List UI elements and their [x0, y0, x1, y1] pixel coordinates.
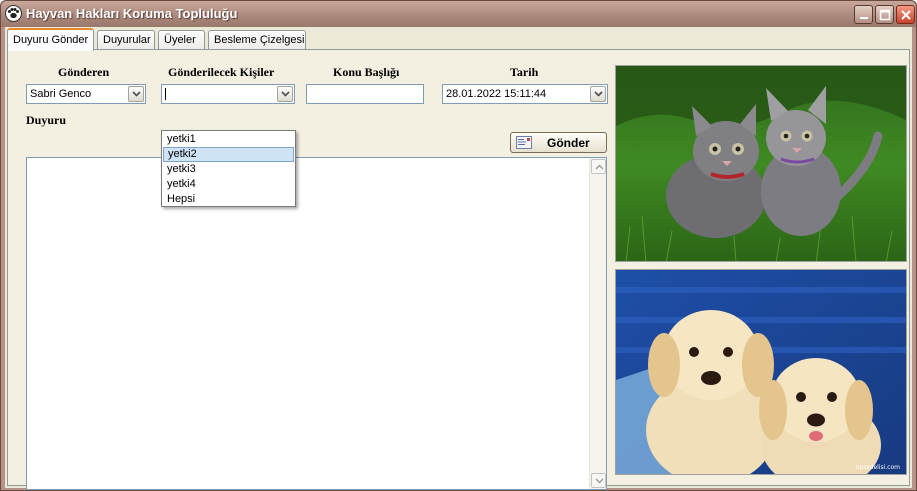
photo-watermark: kpssdelisi.com: [856, 464, 900, 471]
puppies-photo: kpssdelisi.com: [615, 269, 907, 475]
sender-value: Sabri Genco: [30, 88, 92, 100]
subject-header: Konu Başlığı: [333, 65, 400, 79]
dropdown-option[interactable]: yetki3: [163, 162, 294, 177]
recipients-dropdown-button[interactable]: [277, 86, 293, 102]
chevron-up-icon: [595, 164, 604, 170]
sender-combo[interactable]: Sabri Genco: [26, 84, 146, 104]
dropdown-option-selected[interactable]: yetki2: [163, 147, 294, 162]
sender-header: Gönderen: [58, 65, 110, 79]
minimize-button[interactable]: [854, 5, 873, 24]
dropdown-option[interactable]: Hepsi: [163, 192, 294, 207]
paw-icon: [5, 5, 22, 22]
tab-uyeler[interactable]: Üyeler: [158, 30, 205, 50]
close-button[interactable]: [896, 5, 915, 24]
date-value: 28.01.2022 15:11:44: [446, 88, 547, 100]
send-button-label: Gönder: [547, 136, 590, 150]
chevron-down-icon: [132, 91, 141, 97]
date-dropdown-button[interactable]: [590, 86, 606, 102]
tab-duyuru-gonder[interactable]: Duyuru Gönder: [7, 28, 94, 51]
send-button[interactable]: Gönder: [510, 132, 607, 153]
message-scrollbar[interactable]: [589, 158, 606, 489]
minimize-icon: [860, 17, 868, 19]
tab-label: Üyeler: [164, 34, 196, 46]
tab-duyurular[interactable]: Duyurular: [97, 30, 155, 50]
scroll-down-button[interactable]: [591, 473, 606, 488]
date-header: Tarih: [510, 65, 539, 79]
recipients-combo[interactable]: [161, 84, 295, 104]
app-window: Hayvan Hakları Koruma Topluluğu Duyuru G…: [0, 0, 917, 491]
scroll-up-button[interactable]: [591, 159, 606, 174]
kittens-photo: [615, 65, 907, 262]
window-title: Hayvan Hakları Koruma Topluluğu: [26, 6, 238, 21]
maximize-icon: [879, 9, 891, 21]
date-picker[interactable]: 28.01.2022 15:11:44: [442, 84, 608, 104]
tab-besleme-cizelgesi[interactable]: Besleme Çizelgesi: [208, 30, 306, 50]
message-textarea[interactable]: [26, 157, 607, 490]
maximize-button[interactable]: [875, 5, 894, 24]
close-icon: [901, 10, 911, 20]
subject-input[interactable]: [306, 84, 424, 104]
tab-label: Duyuru Gönder: [13, 34, 89, 46]
duyuru-gonder-panel: Gönderen Gönderilecek Kişiler Konu Başlı…: [7, 49, 910, 490]
recipients-dropdown-list[interactable]: yetki1 yetki2 yetki3 yetki4 Hepsi: [161, 130, 296, 207]
tab-label: Duyurular: [103, 34, 151, 46]
envelope-icon: [516, 136, 532, 149]
client-area: Duyuru Gönder Duyurular Üyeler Besleme Ç…: [5, 27, 912, 490]
tab-label: Besleme Çizelgesi: [214, 34, 305, 46]
chevron-down-icon: [595, 478, 604, 484]
dropdown-option[interactable]: yetki4: [163, 177, 294, 192]
sender-dropdown-button[interactable]: [128, 86, 144, 102]
chevron-down-icon: [594, 91, 603, 97]
recipients-header: Gönderilecek Kişiler: [168, 65, 275, 79]
title-bar[interactable]: Hayvan Hakları Koruma Topluluğu: [1, 1, 916, 27]
chevron-down-icon: [281, 91, 290, 97]
dropdown-option[interactable]: yetki1: [163, 132, 294, 147]
message-label: Duyuru: [26, 113, 67, 127]
text-caret: [165, 88, 166, 100]
